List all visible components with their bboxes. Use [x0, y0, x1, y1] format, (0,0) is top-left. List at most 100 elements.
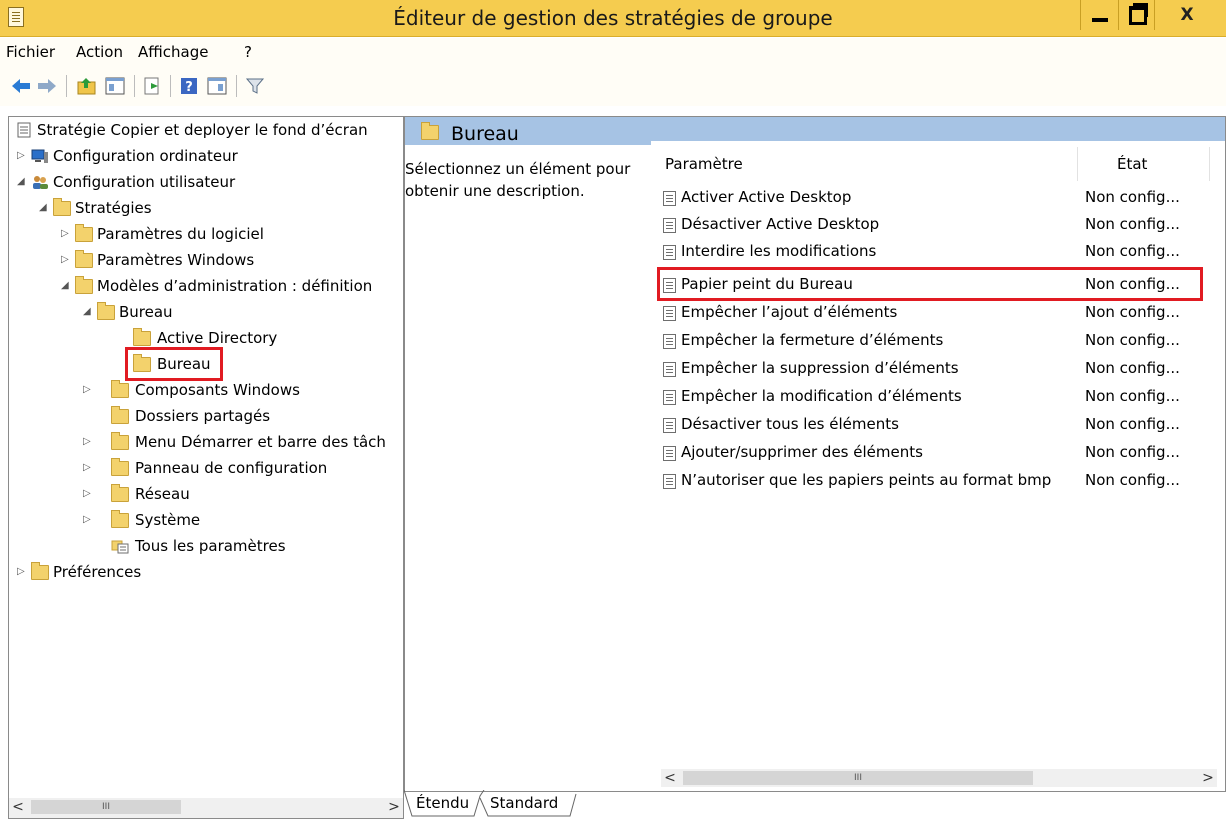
tree-item-label: Réseau	[135, 485, 190, 503]
minimize-button[interactable]	[1080, 0, 1119, 30]
collapse-arrow-icon[interactable]: ◢	[17, 169, 27, 195]
expand-arrow-icon[interactable]: ▷	[83, 455, 93, 481]
collapse-arrow-icon[interactable]: ◢	[61, 273, 71, 299]
expand-arrow-icon[interactable]: ▷	[61, 247, 71, 273]
menu-bar: Fichier Action Affichage ?	[0, 38, 1226, 66]
tree-item-label: Configuration utilisateur	[53, 173, 236, 191]
maximize-button[interactable]	[1118, 0, 1155, 30]
folder-icon	[75, 224, 93, 242]
svg-text:?: ?	[185, 80, 193, 95]
expand-arrow-icon[interactable]: ▷	[17, 143, 27, 169]
expand-arrow-icon[interactable]: ▷	[83, 429, 93, 455]
collapse-arrow-icon[interactable]: ◢	[39, 195, 49, 221]
setting-row[interactable]: Empêcher la modification d’éléments Non c…	[657, 383, 1207, 410]
tab-standard[interactable]: Standard	[490, 790, 558, 816]
setting-row[interactable]: Désactiver Active Desktop Non config...	[657, 211, 1207, 238]
setting-name: Désactiver tous les éléments	[681, 415, 899, 433]
setting-name: N’autoriser que les papiers peints au fo…	[681, 471, 1052, 489]
window-title: Éditeur de gestion des stratégies de gro…	[393, 6, 833, 30]
setting-row[interactable]: Empêcher la suppression d’éléments Non co…	[657, 355, 1207, 382]
setting-state: Non config...	[1085, 415, 1180, 433]
tree-pane: Stratégie Copier et deployer le fond d’é…	[8, 116, 404, 800]
tree-item-label: Composants Windows	[135, 381, 300, 399]
column-header-state[interactable]: État	[1117, 147, 1147, 181]
setting-name: Interdire les modifications	[681, 242, 877, 260]
folder-icon	[421, 122, 439, 140]
expand-arrow-icon[interactable]: ▷	[83, 481, 93, 507]
setting-state: Non config...	[1085, 303, 1180, 321]
tree-item-label: Bureau	[119, 303, 173, 321]
setting-name: Empêcher la suppression d’éléments	[681, 359, 959, 377]
scroll-left-button[interactable]: <	[9, 798, 27, 816]
folder-up-icon[interactable]	[76, 75, 98, 97]
setting-state: Non config...	[1085, 242, 1180, 260]
setting-state: Non config...	[1085, 215, 1180, 233]
setting-name: Empêcher la fermeture d’éléments	[681, 331, 944, 349]
tree-item-label: Configuration ordinateur	[53, 147, 238, 165]
properties-icon[interactable]	[206, 75, 228, 97]
menu-help[interactable]: ?	[244, 38, 252, 66]
setting-icon	[663, 245, 676, 260]
setting-state: Non config...	[1085, 188, 1180, 206]
forward-arrow-icon[interactable]	[36, 75, 58, 97]
folder-icon	[111, 458, 129, 476]
details-header: Bureau	[405, 117, 1225, 145]
setting-icon	[663, 390, 676, 405]
setting-row[interactable]: Empêcher l’ajout d’éléments Non config...	[657, 299, 1207, 326]
setting-name: Empêcher la modification d’éléments	[681, 387, 962, 405]
expand-arrow-icon[interactable]: ▷	[83, 377, 93, 403]
setting-name: Empêcher l’ajout d’éléments	[681, 303, 898, 321]
tree-horizontal-scrollbar[interactable]: < III >	[8, 798, 404, 819]
setting-row[interactable]: N’autoriser que les papiers peints au fo…	[657, 467, 1207, 494]
setting-row[interactable]: Activer Active Desktop Non config...	[657, 184, 1207, 211]
scroll-right-button[interactable]: >	[385, 798, 403, 816]
setting-state: Non config...	[1085, 443, 1180, 461]
help-icon[interactable]: ?	[178, 75, 200, 97]
scroll-thumb[interactable]: III	[683, 771, 1033, 785]
expand-arrow-icon[interactable]: ▷	[83, 507, 93, 533]
show-hide-tree-icon[interactable]	[104, 75, 126, 97]
list-horizontal-scrollbar[interactable]: < III >	[661, 769, 1217, 787]
setting-row[interactable]: Ajouter/supprimer des éléments Non config…	[657, 439, 1207, 466]
setting-row[interactable]: Désactiver tous les éléments Non config..…	[657, 411, 1207, 438]
column-header-setting[interactable]: Paramètre	[665, 147, 743, 181]
menu-affichage[interactable]: Affichage	[138, 38, 208, 66]
tree-item-label: Tous les paramètres	[135, 537, 286, 555]
export-list-icon[interactable]	[142, 75, 164, 97]
setting-icon	[663, 334, 676, 349]
tree-item-label: Panneau de configuration	[135, 459, 328, 477]
tree-item-label: Modèles d’administration : définition	[97, 277, 373, 295]
folder-icon	[111, 432, 129, 450]
folder-icon	[97, 302, 115, 320]
folder-icon	[31, 562, 49, 580]
collapse-arrow-icon[interactable]: ◢	[83, 299, 93, 325]
expand-arrow-icon[interactable]: ▷	[17, 559, 27, 585]
minimize-icon	[1092, 18, 1108, 22]
close-button[interactable]: X	[1154, 0, 1219, 30]
scroll-right-button[interactable]: >	[1199, 769, 1217, 787]
setting-state: Non config...	[1085, 359, 1180, 377]
tree-item-label: Système	[135, 511, 201, 529]
setting-icon	[663, 362, 676, 377]
scroll-left-button[interactable]: <	[661, 769, 679, 787]
back-arrow-icon[interactable]	[10, 75, 32, 97]
setting-icon	[663, 306, 676, 321]
view-tabs: Étendu Standard	[404, 790, 1226, 818]
menu-fichier[interactable]: Fichier	[6, 38, 55, 66]
setting-icon	[663, 191, 676, 206]
expand-arrow-icon[interactable]: ▷	[61, 221, 71, 247]
setting-row[interactable]: Interdire les modifications Non config...	[657, 238, 1207, 265]
tree-item-label: Dossiers partagés	[135, 407, 271, 425]
details-title: Bureau	[451, 123, 519, 145]
setting-state: Non config...	[1085, 387, 1180, 405]
tree-root-label: Stratégie Copier et deployer le fond d’é…	[37, 121, 368, 139]
filter-icon[interactable]	[244, 75, 266, 97]
scroll-thumb[interactable]: III	[31, 800, 181, 814]
setting-row[interactable]: Empêcher la fermeture d’éléments Non conf…	[657, 327, 1207, 354]
setting-name: Activer Active Desktop	[681, 188, 852, 206]
highlight-box	[657, 267, 1203, 301]
setting-icon	[663, 446, 676, 461]
menu-action[interactable]: Action	[76, 38, 123, 66]
tab-etendu[interactable]: Étendu	[416, 790, 469, 816]
toolbar: ?	[0, 66, 1226, 106]
